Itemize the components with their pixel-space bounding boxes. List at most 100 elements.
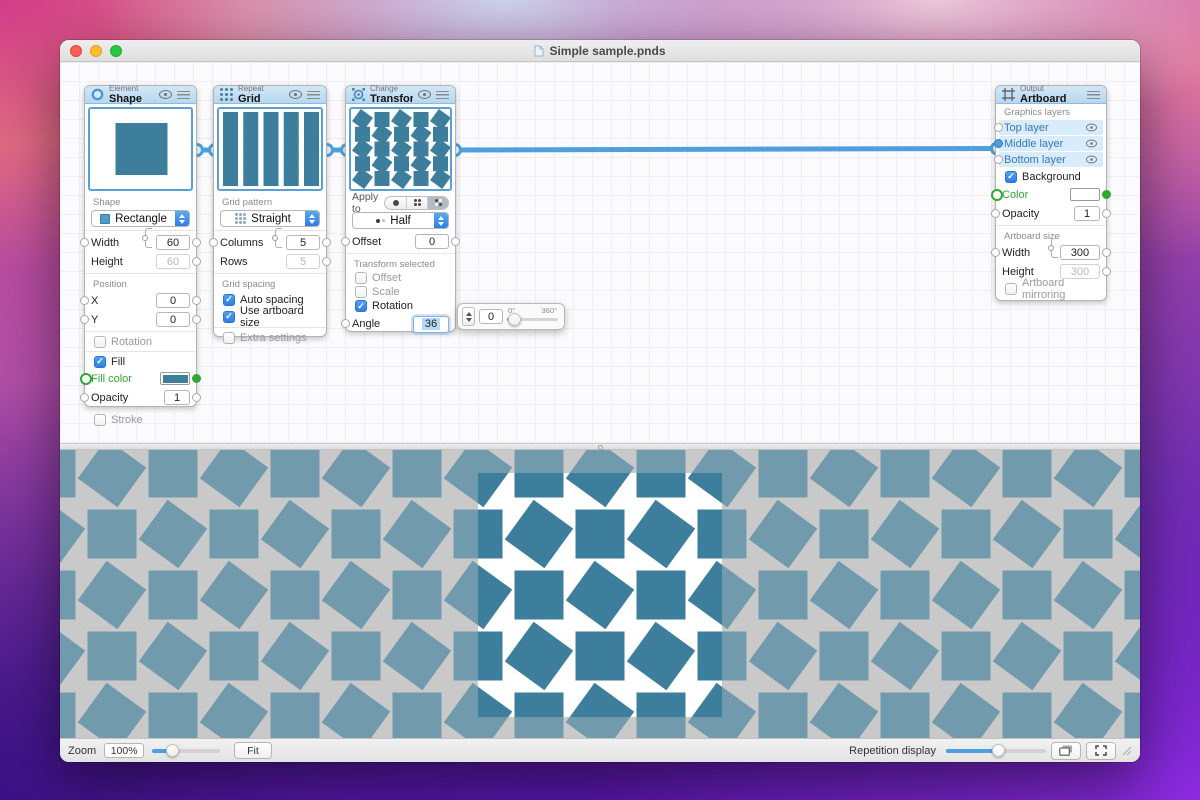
zoom-value-field[interactable]: 100% (104, 743, 144, 758)
slider-knob[interactable] (166, 744, 179, 757)
visibility-eye-icon[interactable] (289, 90, 302, 99)
slider-knob[interactable] (992, 744, 1005, 757)
link-bracket[interactable] (1051, 238, 1058, 258)
output-port[interactable] (1102, 267, 1111, 276)
offset-checkbox[interactable] (355, 272, 367, 284)
pane-divider[interactable] (60, 443, 1140, 450)
input-port[interactable] (80, 315, 89, 324)
auto-spacing-checkbox[interactable] (223, 294, 235, 306)
layer-row-bottom[interactable]: Bottom layer (999, 152, 1103, 167)
node-editor-canvas[interactable]: Element Shape Shape Rectangle Width 60 (60, 62, 1140, 443)
link-bracket[interactable] (275, 228, 282, 248)
node-transform[interactable]: Change Transform Apply to Half (345, 85, 456, 332)
height-field[interactable]: 60 (156, 254, 190, 269)
output-port[interactable] (192, 393, 201, 402)
color-input-port[interactable] (991, 189, 1003, 201)
fill-color-swatch[interactable] (160, 372, 190, 385)
layer-input-port[interactable] (994, 123, 1003, 132)
node-menu-icon[interactable] (436, 91, 449, 99)
node-menu-icon[interactable] (177, 91, 190, 99)
layer-eye-icon[interactable] (1086, 124, 1097, 132)
rotation-checkbox[interactable] (355, 300, 367, 312)
dropdown-stepper[interactable] (175, 211, 189, 226)
offset-field[interactable]: 0 (415, 234, 449, 249)
output-port[interactable] (192, 296, 201, 305)
artboard-width-field[interactable]: 300 (1060, 245, 1100, 260)
angle-field[interactable]: 36 (413, 316, 449, 333)
visibility-eye-icon[interactable] (159, 90, 172, 99)
layer-eye-icon[interactable] (1086, 156, 1097, 164)
angle-stepper[interactable] (462, 307, 475, 326)
output-port[interactable] (322, 257, 331, 266)
grid-pattern-dropdown[interactable]: Straight (220, 210, 320, 227)
minimize-button[interactable] (90, 45, 102, 57)
link-bracket[interactable] (145, 228, 152, 248)
mirroring-checkbox[interactable] (1005, 283, 1017, 295)
fullscreen-button[interactable] (1086, 742, 1116, 760)
input-port[interactable] (80, 238, 89, 247)
input-port[interactable] (80, 393, 89, 402)
stroke-checkbox[interactable] (94, 414, 106, 426)
close-button[interactable] (70, 45, 82, 57)
layer-input-port-connected[interactable] (994, 139, 1003, 148)
output-port[interactable] (1102, 248, 1111, 257)
shape-type-dropdown[interactable]: Rectangle (91, 210, 190, 227)
output-port[interactable] (1102, 209, 1111, 218)
node-artboard[interactable]: Output Artboard Graphics layers Top laye… (995, 85, 1107, 301)
node-menu-icon[interactable] (1087, 91, 1100, 99)
output-port[interactable] (451, 237, 460, 246)
angle-popover-field[interactable]: 0 (479, 309, 503, 324)
use-artboard-checkbox[interactable] (223, 311, 235, 323)
background-color-swatch[interactable] (1070, 188, 1100, 201)
visibility-eye-icon[interactable] (418, 90, 431, 99)
angle-slider[interactable] (507, 318, 558, 321)
input-port[interactable] (991, 209, 1000, 218)
color-output-port[interactable] (192, 374, 201, 383)
apply-to-segmented-control[interactable] (384, 196, 449, 210)
dropdown-stepper[interactable] (305, 211, 319, 226)
dropdown-stepper[interactable] (434, 213, 448, 228)
opacity-field[interactable]: 1 (1074, 206, 1100, 221)
repetition-slider[interactable] (946, 749, 1046, 753)
node-menu-icon[interactable] (307, 91, 320, 99)
rotation-checkbox[interactable] (94, 336, 106, 348)
input-port[interactable] (80, 296, 89, 305)
node-transform-header[interactable]: Change Transform (346, 86, 455, 104)
layer-input-port[interactable] (994, 155, 1003, 164)
pattern-preview-canvas[interactable] (60, 450, 1140, 738)
input-port[interactable] (341, 237, 350, 246)
color-output-port[interactable] (1102, 190, 1111, 199)
segment-half[interactable] (427, 197, 448, 209)
segment-all[interactable] (385, 197, 406, 209)
node-grid[interactable]: Repeat Grid Grid pattern Straight Column… (213, 85, 327, 337)
layer-eye-icon[interactable] (1086, 140, 1097, 148)
fill-checkbox[interactable] (94, 356, 106, 368)
node-grid-header[interactable]: Repeat Grid (214, 86, 326, 104)
resize-grip[interactable] (1122, 746, 1132, 756)
half-dropdown[interactable]: Half (352, 212, 449, 229)
output-port[interactable] (192, 257, 201, 266)
slider-knob[interactable] (508, 313, 521, 326)
input-port[interactable] (209, 238, 218, 247)
layer-row-top[interactable]: Top layer (999, 120, 1103, 135)
x-field[interactable]: 0 (156, 293, 190, 308)
y-field[interactable]: 0 (156, 312, 190, 327)
node-shape-header[interactable]: Element Shape (85, 86, 196, 104)
input-port[interactable] (341, 319, 350, 328)
segment-each[interactable] (406, 197, 427, 209)
opacity-field[interactable]: 1 (164, 390, 190, 405)
width-field[interactable]: 60 (156, 235, 190, 250)
background-checkbox[interactable] (1005, 171, 1017, 183)
output-port[interactable] (192, 315, 201, 324)
zoom-slider[interactable] (152, 749, 220, 753)
color-input-port[interactable] (80, 373, 92, 385)
input-port[interactable] (991, 248, 1000, 257)
artboard-height-field[interactable]: 300 (1060, 264, 1100, 279)
extra-settings-checkbox[interactable] (223, 332, 235, 344)
layer-row-middle[interactable]: Middle layer (999, 136, 1103, 151)
repetition-toggle-button[interactable] (1051, 742, 1081, 760)
node-shape[interactable]: Element Shape Shape Rectangle Width 60 (84, 85, 197, 407)
rows-field[interactable]: 5 (286, 254, 320, 269)
columns-field[interactable]: 5 (286, 235, 320, 250)
title-bar[interactable]: Simple sample.pnds (60, 40, 1140, 62)
